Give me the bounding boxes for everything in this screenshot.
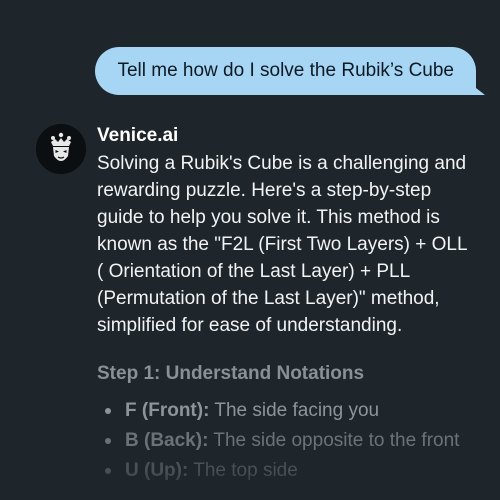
list-item: F (Front): The side facing you <box>105 396 497 426</box>
bullet-desc: The side opposite to the front <box>208 430 460 451</box>
venice-logo-icon <box>36 124 86 174</box>
bullet-term: F (Front): <box>125 400 210 421</box>
chat-view: Tell me how do I solve the Rubik’s Cube … <box>0 0 500 500</box>
bullet-term: B (Back): <box>125 430 209 451</box>
user-message-text: Tell me how do I solve the Rubik’s Cube <box>117 60 454 81</box>
bullet-dot <box>105 408 111 414</box>
bullet-dot <box>105 438 111 444</box>
assistant-message-content: Venice.ai Solving a Rubik's Cube is a ch… <box>97 124 477 339</box>
bullet-dot <box>105 468 111 474</box>
bullet-desc: The side facing you <box>209 400 380 421</box>
bubble-tail <box>467 81 485 95</box>
bullet-term: U (Up): <box>125 460 189 481</box>
notation-list: F (Front): The side facing you B (Back):… <box>105 396 497 486</box>
list-item: B (Back): The side opposite to the front <box>105 426 497 456</box>
assistant-name: Venice.ai <box>97 125 179 146</box>
assistant-steps: Step 1: Understand Notations F (Front): … <box>97 360 497 486</box>
step-heading: Step 1: Understand Notations <box>97 363 365 384</box>
list-item: U (Up): The top side <box>105 456 497 486</box>
assistant-intro-text: Solving a Rubik's Cube is a challenging … <box>97 153 467 336</box>
bullet-desc: The top side <box>188 460 298 481</box>
user-message-bubble: Tell me how do I solve the Rubik’s Cube <box>95 47 485 95</box>
